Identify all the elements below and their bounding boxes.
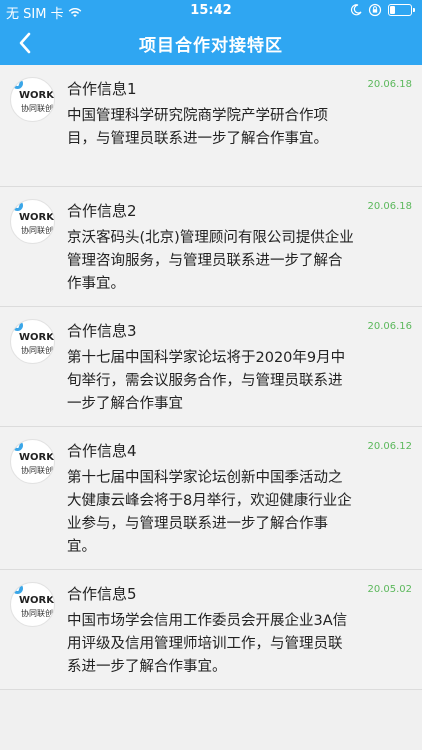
list-item[interactable]: V WORK 协同联创 合作信息1 20.06.18 中国管理科学研究院商学院产… xyxy=(0,65,422,187)
logo-text: WORK xyxy=(19,595,54,606)
v-badge: V xyxy=(12,200,23,211)
logo-subtext: 协同联创 xyxy=(21,346,53,355)
item-title: 合作信息5 xyxy=(67,585,137,603)
battery-icon xyxy=(388,4,415,16)
item-title: 合作信息2 xyxy=(67,202,137,220)
item-date: 20.06.18 xyxy=(367,79,412,90)
avatar: V WORK 协同联创 xyxy=(10,582,55,627)
item-description: 第十七届中国科学家论坛将于2020年9月中旬举行，需会议服务合作，与管理员联系进… xyxy=(67,350,346,412)
app-header: 无 SIM 卡 15:42 项目合作对接特区 xyxy=(0,0,422,65)
nav-bar: 项目合作对接特区 xyxy=(0,22,422,65)
status-right xyxy=(350,3,415,17)
logo-subtext: 协同联创 xyxy=(21,466,53,475)
v-badge: V xyxy=(12,440,23,451)
list-item[interactable]: V WORK 协同联创 合作信息5 20.05.02 中国市场学会信用工作委员会… xyxy=(0,570,422,690)
item-title: 合作信息3 xyxy=(67,322,137,340)
cooperation-list: V WORK 协同联创 合作信息1 20.06.18 中国管理科学研究院商学院产… xyxy=(0,65,422,690)
v-badge: V xyxy=(12,78,23,89)
item-date: 20.06.18 xyxy=(367,201,412,212)
logo-subtext: 协同联创 xyxy=(21,104,53,113)
avatar: V WORK 协同联创 xyxy=(10,319,55,364)
item-date: 20.05.02 xyxy=(367,584,412,595)
list-item[interactable]: V WORK 协同联创 合作信息2 20.06.18 京沃客码头(北京)管理顾问… xyxy=(0,187,422,307)
item-date: 20.06.16 xyxy=(367,321,412,332)
item-title: 合作信息4 xyxy=(67,442,137,460)
avatar: V WORK 协同联创 xyxy=(10,77,55,122)
page-title: 项目合作对接特区 xyxy=(139,36,283,56)
item-title: 合作信息1 xyxy=(67,80,137,98)
item-description: 第十七届中国科学家论坛创新中国季活动之大健康云峰会将于8月举行，欢迎健康行业企业… xyxy=(67,470,352,555)
logo-text: WORK xyxy=(19,90,54,101)
item-description: 中国市场学会信用工作委员会开展企业3A信用评级及信用管理师培训工作，与管理员联系… xyxy=(67,613,348,675)
rotation-lock-icon xyxy=(368,3,382,17)
logo-text: WORK xyxy=(19,332,54,343)
item-date: 20.06.12 xyxy=(367,441,412,452)
moon-icon xyxy=(350,4,362,16)
list-item[interactable]: V WORK 协同联创 合作信息3 20.06.16 第十七届中国科学家论坛将于… xyxy=(0,307,422,427)
logo-subtext: 协同联创 xyxy=(21,226,53,235)
item-description: 京沃客码头(北京)管理顾问有限公司提供企业管理咨询服务，与管理员联系进一步了解合… xyxy=(67,230,354,292)
logo-subtext: 协同联创 xyxy=(21,609,53,618)
status-bar: 无 SIM 卡 15:42 xyxy=(0,0,422,22)
v-badge: V xyxy=(12,320,23,331)
v-badge: V xyxy=(12,583,23,594)
logo-text: WORK xyxy=(19,212,54,223)
avatar: V WORK 协同联创 xyxy=(10,199,55,244)
list-item[interactable]: V WORK 协同联创 合作信息4 20.06.12 第十七届中国科学家论坛创新… xyxy=(0,427,422,570)
avatar: V WORK 协同联创 xyxy=(10,439,55,484)
item-description: 中国管理科学研究院商学院产学研合作项目，与管理员联系进一步了解合作事宜。 xyxy=(67,108,328,147)
logo-text: WORK xyxy=(19,452,54,463)
